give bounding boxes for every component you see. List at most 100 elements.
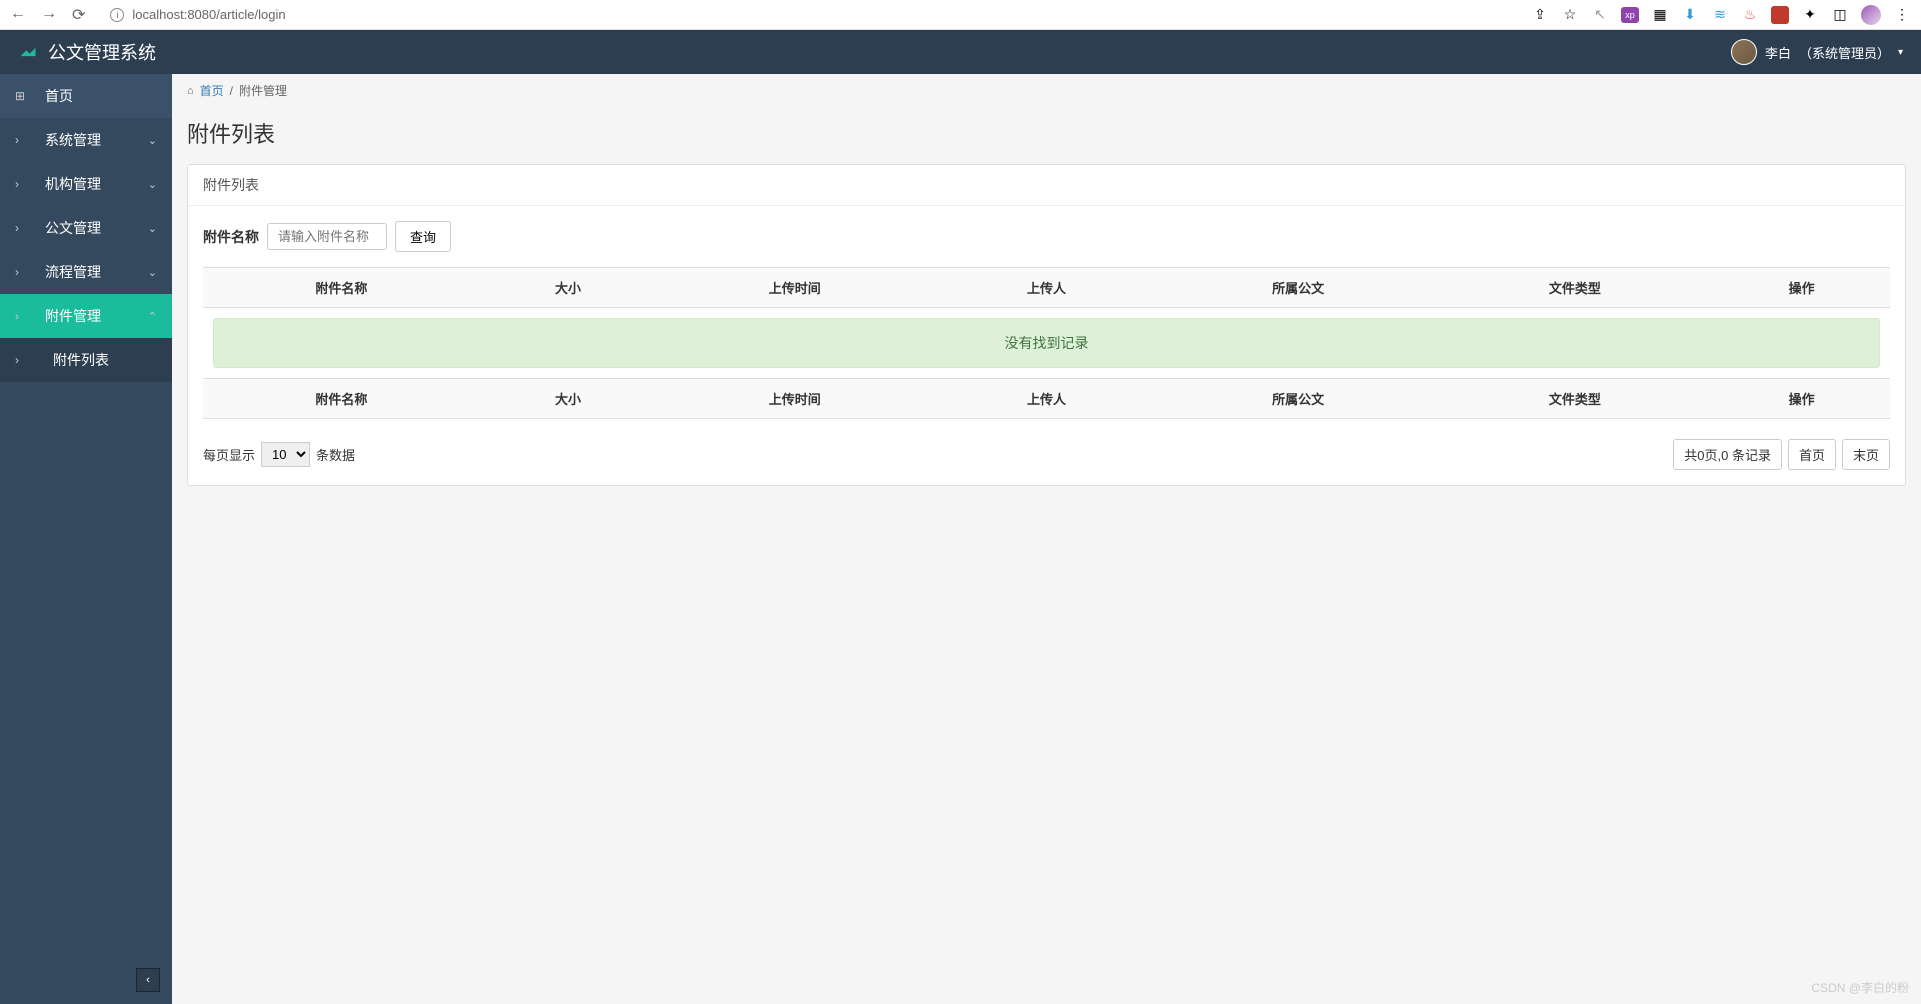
table-footer-row: 附件名称 大小 上传时间 上传人 所属公文 文件类型 操作 — [203, 379, 1890, 419]
empty-message: 没有找到记录 — [213, 318, 1880, 368]
panel-body: 附件名称 查询 附件名称 大小 上传时间 上传人 所属公文 — [188, 206, 1905, 485]
menu-icon[interactable]: ⋮ — [1893, 6, 1911, 24]
sidebar-item-system[interactable]: › 系统管理 ⌄ — [0, 118, 172, 162]
user-role: （系统管理员） — [1799, 43, 1890, 62]
breadcrumb-separator: / — [230, 84, 233, 98]
page-title: 附件列表 — [187, 117, 1906, 149]
table-wrap: 附件名称 大小 上传时间 上传人 所属公文 文件类型 操作 — [203, 267, 1890, 419]
dashboard-icon: ⊞ — [15, 89, 35, 103]
logo-area: 公文管理系统 — [18, 39, 156, 65]
url-text: localhost:8080/article/login — [132, 7, 285, 22]
breadcrumb-current: 附件管理 — [239, 82, 287, 99]
search-label: 附件名称 — [203, 227, 259, 247]
sidebar-item-attachment[interactable]: › 附件管理 ⌃ — [0, 294, 172, 338]
search-row: 附件名称 查询 — [203, 221, 1890, 252]
user-menu[interactable]: 李白 （系统管理员） ▾ — [1731, 39, 1903, 65]
col-size: 大小 — [480, 268, 657, 308]
page-controls: 共0页,0 条记录 首页 末页 — [1673, 439, 1890, 470]
first-page-button[interactable]: 首页 — [1788, 439, 1836, 470]
wallet-icon[interactable]: ▦ — [1651, 6, 1669, 24]
info-icon: i — [110, 8, 124, 22]
sidebar-item-label: 公文管理 — [45, 218, 148, 238]
sidebar-item-attachment-list[interactable]: › 附件列表 — [0, 338, 172, 382]
chevron-down-icon: ⌄ — [148, 222, 157, 235]
sidebar-item-label: 附件列表 — [53, 350, 157, 370]
pagination-row: 每页显示 10 条数据 共0页,0 条记录 首页 末页 — [203, 439, 1890, 470]
col-file-type: 文件类型 — [1437, 268, 1714, 308]
page-size: 每页显示 10 条数据 — [203, 442, 355, 467]
sidebar-toggle[interactable]: ‹ — [136, 968, 160, 992]
browser-chrome: ← → ⟳ i localhost:8080/article/login ⇪ ☆… — [0, 0, 1921, 30]
share-icon[interactable]: ⇪ — [1531, 6, 1549, 24]
sidebar-item-document[interactable]: › 公文管理 ⌄ — [0, 206, 172, 250]
chevron-right-icon: › — [15, 353, 35, 367]
col-name: 附件名称 — [203, 268, 480, 308]
search-input[interactable] — [267, 223, 387, 250]
col-file-type: 文件类型 — [1437, 379, 1714, 419]
empty-row: 没有找到记录 — [203, 308, 1890, 379]
sidebar-item-label: 首页 — [45, 86, 157, 106]
main-content: ⌂ 首页 / 附件管理 附件列表 附件列表 附件名称 查询 附件名称 — [172, 74, 1921, 1004]
sitemap-icon[interactable]: ♨ — [1741, 6, 1759, 24]
back-button[interactable]: ← — [10, 5, 26, 25]
chevron-down-icon: ⌄ — [148, 266, 157, 279]
last-page-button[interactable]: 末页 — [1842, 439, 1890, 470]
table-header-row: 附件名称 大小 上传时间 上传人 所属公文 文件类型 操作 — [203, 268, 1890, 308]
page-size-select[interactable]: 10 — [261, 442, 310, 467]
avatar — [1731, 39, 1757, 65]
col-action: 操作 — [1713, 268, 1890, 308]
shield-icon[interactable] — [1771, 6, 1789, 24]
chevron-up-icon: ⌃ — [148, 310, 157, 323]
forward-button[interactable]: → — [41, 5, 57, 25]
col-document: 所属公文 — [1160, 379, 1437, 419]
xp-icon[interactable]: xp — [1621, 7, 1639, 23]
download-icon[interactable]: ⬇ — [1681, 6, 1699, 24]
page-size-suffix: 条数据 — [316, 445, 355, 464]
logo-icon — [18, 42, 38, 62]
breadcrumb: ⌂ 首页 / 附件管理 — [187, 74, 1906, 107]
sidebar: ⊞ 首页 › 系统管理 ⌄ › 机构管理 ⌄ › 公文管理 ⌄ › 流程管理 ⌄… — [0, 74, 172, 1004]
col-name: 附件名称 — [203, 379, 480, 419]
attachment-table: 附件名称 大小 上传时间 上传人 所属公文 文件类型 操作 — [203, 267, 1890, 419]
sidebar-item-label: 流程管理 — [45, 262, 148, 282]
chevron-down-icon: ⌄ — [148, 178, 157, 191]
col-size: 大小 — [480, 379, 657, 419]
breadcrumb-home[interactable]: 首页 — [200, 82, 224, 99]
col-upload-time: 上传时间 — [656, 268, 933, 308]
chevron-right-icon: › — [15, 309, 35, 323]
page-info: 共0页,0 条记录 — [1673, 439, 1782, 470]
cursor-icon[interactable]: ↖ — [1591, 6, 1609, 24]
stack-icon[interactable]: ≋ — [1711, 6, 1729, 24]
star-icon[interactable]: ☆ — [1561, 6, 1579, 24]
puzzle-icon[interactable]: ✦ — [1801, 6, 1819, 24]
col-uploader: 上传人 — [933, 268, 1160, 308]
extension-icons: ⇪ ☆ ↖ xp ▦ ⬇ ≋ ♨ ✦ ◫ ⋮ — [1531, 5, 1911, 25]
chevron-right-icon: › — [15, 177, 35, 191]
chevron-right-icon: › — [15, 221, 35, 235]
sidebar-item-org[interactable]: › 机构管理 ⌄ — [0, 162, 172, 206]
col-uploader: 上传人 — [933, 379, 1160, 419]
home-icon: ⌂ — [187, 85, 194, 97]
sidebar-item-flow[interactable]: › 流程管理 ⌄ — [0, 250, 172, 294]
col-action: 操作 — [1713, 379, 1890, 419]
sidebar-item-home[interactable]: ⊞ 首页 — [0, 74, 172, 118]
url-bar[interactable]: i localhost:8080/article/login — [100, 4, 1516, 25]
chevron-right-icon: › — [15, 133, 35, 147]
chevron-down-icon: ⌄ — [148, 134, 157, 147]
sidebar-item-label: 系统管理 — [45, 130, 148, 150]
sidebar-item-label: 附件管理 — [45, 306, 148, 326]
chevron-down-icon: ▾ — [1898, 47, 1903, 58]
panel-header: 附件列表 — [188, 165, 1905, 206]
col-upload-time: 上传时间 — [656, 379, 933, 419]
search-button[interactable]: 查询 — [395, 221, 451, 252]
panel: 附件列表 附件名称 查询 附件名称 大小 上传时间 上传人 — [187, 164, 1906, 486]
panel-icon[interactable]: ◫ — [1831, 6, 1849, 24]
sidebar-item-label: 机构管理 — [45, 174, 148, 194]
col-document: 所属公文 — [1160, 268, 1437, 308]
chevron-right-icon: › — [15, 265, 35, 279]
app-header: 公文管理系统 李白 （系统管理员） ▾ — [0, 30, 1921, 74]
browser-nav: ← → ⟳ — [10, 5, 85, 25]
reload-button[interactable]: ⟳ — [72, 5, 85, 25]
app-title: 公文管理系统 — [48, 39, 156, 65]
profile-icon[interactable] — [1861, 5, 1881, 25]
